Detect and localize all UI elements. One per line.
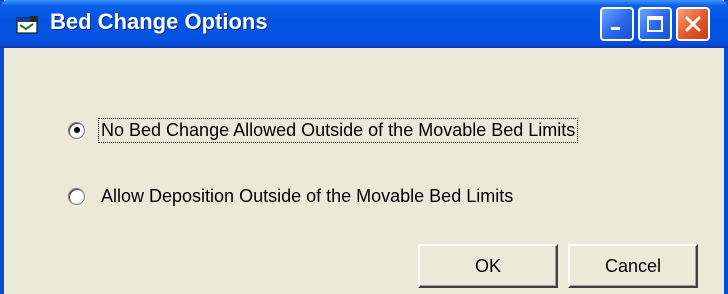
minimize-button[interactable]: [600, 7, 634, 41]
bed-change-options-dialog: Bed Change Options No Bed Change Allowed…: [0, 0, 728, 294]
close-icon: [685, 16, 701, 32]
option-allow-deposition[interactable]: Allow Deposition Outside of the Movable …: [68, 182, 515, 210]
ok-button[interactable]: OK: [418, 244, 558, 288]
option-label: No Bed Change Allowed Outside of the Mov…: [97, 117, 579, 143]
window-title: Bed Change Options: [50, 9, 268, 34]
maximize-icon: [647, 16, 663, 32]
radio-allow-deposition[interactable]: [68, 187, 85, 205]
dialog-content: No Bed Change Allowed Outside of the Mov…: [4, 48, 724, 294]
title-bar[interactable]: Bed Change Options: [0, 0, 728, 48]
minimize-icon: [611, 27, 620, 30]
maximize-button[interactable]: [638, 7, 672, 41]
radio-selected-dot: [73, 127, 80, 133]
option-label: Allow Deposition Outside of the Movable …: [101, 185, 514, 206]
cancel-button[interactable]: Cancel: [568, 244, 698, 288]
radio-no-bed-change[interactable]: [68, 121, 85, 139]
option-no-bed-change[interactable]: No Bed Change Allowed Outside of the Mov…: [68, 116, 579, 144]
close-button[interactable]: [676, 7, 710, 41]
app-icon: [16, 16, 38, 34]
